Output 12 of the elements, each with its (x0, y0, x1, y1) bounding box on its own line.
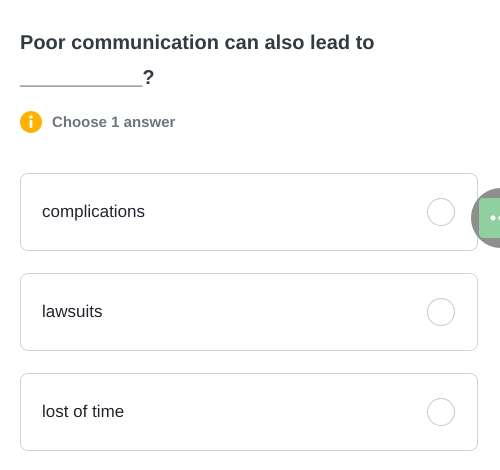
question-text: Poor communication can also lead to ___________? (20, 31, 376, 91)
hint-text: Choose 1 answer (52, 114, 176, 130)
radio-button[interactable] (427, 198, 455, 226)
option-label: complications (42, 202, 145, 222)
radio-button[interactable] (427, 398, 455, 426)
option-label: lawsuits (42, 302, 102, 322)
info-icon (20, 111, 42, 133)
option-label: lost of time (42, 402, 124, 422)
answer-option[interactable]: lawsuits (20, 273, 478, 351)
answer-option[interactable]: complications (20, 173, 478, 251)
answer-option[interactable]: lost of time (20, 373, 478, 451)
radio-button[interactable] (427, 298, 455, 326)
